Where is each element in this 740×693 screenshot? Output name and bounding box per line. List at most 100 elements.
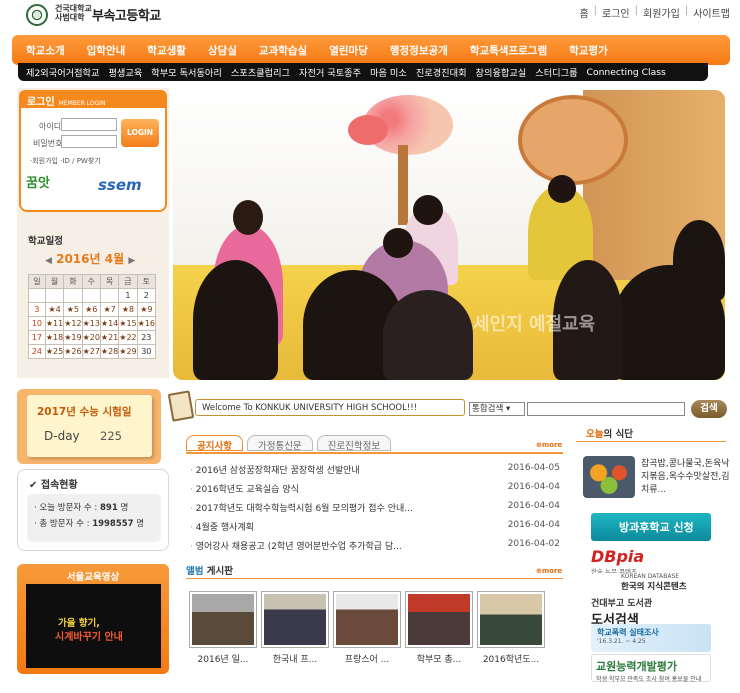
calendar-day-event[interactable]: ★21 xyxy=(99,330,120,345)
dream-banner[interactable]: 꿈앗 xyxy=(26,172,50,191)
subnav-item[interactable]: 진로경진대회 xyxy=(416,65,467,79)
subnav-item[interactable]: 마음 미소 xyxy=(370,65,407,79)
notice-row[interactable]: 2016년 삼성꿈장학재단 꿈장학생 선발안내 2016-04-05 xyxy=(190,463,560,476)
subnav-item[interactable]: Connecting Class xyxy=(587,67,666,78)
calendar-day[interactable]: 17 xyxy=(28,330,46,345)
calendar-day-event[interactable]: ★7 xyxy=(99,302,120,317)
nav-item-learning[interactable]: 교과학습실 xyxy=(259,43,307,58)
nav-item-school-intro[interactable]: 학교소개 xyxy=(26,43,65,58)
calendar-day[interactable]: 24 xyxy=(28,344,46,359)
notice-title[interactable]: 4월중 행사계획 xyxy=(190,520,254,533)
teacher-eval-banner[interactable]: 교원능력개발평가 학생·학부모 만족도 조사 참여 홍보물 안내 xyxy=(591,654,711,683)
login-sub-links[interactable]: ·회원가입 ·ID / PW찾기 xyxy=(30,156,101,166)
gallery-caption[interactable]: 2016학년도... xyxy=(475,652,547,665)
subnav-item[interactable]: 자전거 국토종주 xyxy=(299,65,361,79)
notice-row[interactable]: 2016학년도 교육실습 양식 2016-04-04 xyxy=(190,482,560,495)
nav-item-school-life[interactable]: 학교생활 xyxy=(147,43,186,58)
notice-title[interactable]: 영어강사 채용공고 (2학년 영어분반수업 추가학급 담... xyxy=(190,539,402,552)
signup-link[interactable]: 회원가입 xyxy=(643,5,680,20)
next-month-icon[interactable]: ▶ xyxy=(128,256,135,266)
id-input[interactable] xyxy=(61,118,117,131)
logo-school-name[interactable]: 부속고등학교 xyxy=(92,5,161,24)
gallery-caption[interactable]: 한국내 프... xyxy=(259,652,331,665)
calendar-day-event[interactable]: ★14 xyxy=(99,316,120,331)
nav-item-counseling[interactable]: 상담실 xyxy=(208,43,237,58)
notice-row[interactable]: 영어강사 채용공고 (2학년 영어분반수업 추가학급 담... 2016-04-… xyxy=(190,539,560,552)
gallery-caption[interactable]: 프랑스어 ... xyxy=(331,652,403,665)
meal-photo[interactable] xyxy=(583,456,635,498)
calendar-day-event[interactable]: ★9 xyxy=(136,302,157,317)
notice-more-link[interactable]: ⊕more xyxy=(536,441,562,449)
calendar-day-event[interactable]: ★13 xyxy=(81,316,101,331)
dbpia-banner[interactable]: DBpia 학술 논문 콘텐츠 xyxy=(591,547,711,576)
notice-title[interactable]: 2017학년도 대학수학능력시험 6월 모의평가 접수 안내... xyxy=(190,501,413,514)
afterschool-banner[interactable]: 방과후학교 신청 xyxy=(591,513,711,541)
login-button[interactable]: LOGIN xyxy=(121,119,159,147)
calendar-day-event[interactable]: ★18 xyxy=(44,330,65,345)
calendar-day[interactable]: 23 xyxy=(136,330,157,345)
login-link[interactable]: 로그인 xyxy=(602,5,630,20)
gallery-caption[interactable]: 학부모 총... xyxy=(403,652,475,665)
password-input[interactable] xyxy=(61,135,117,148)
search-scope-select[interactable]: 통합검색 ▾ xyxy=(469,402,525,416)
gallery-thumb[interactable] xyxy=(477,591,545,648)
calendar-day[interactable]: 2 xyxy=(136,288,157,303)
notice-title[interactable]: 2016년 삼성꿈장학재단 꿈장학생 선발안내 xyxy=(190,463,360,476)
subnav-item[interactable]: 제2외국어거점학교 xyxy=(26,65,99,79)
school-violence-survey-banner[interactable]: 학교폭력 실태조사 '16.3.21. ~ 4.25 xyxy=(591,624,711,652)
search-input[interactable] xyxy=(527,402,685,416)
notice-row[interactable]: 2017학년도 대학수학능력시험 6월 모의평가 접수 안내... 2016-0… xyxy=(190,501,560,514)
calendar-day-event[interactable]: ★29 xyxy=(118,344,138,359)
notice-row[interactable]: 4월중 행사계획 2016-04-04 xyxy=(190,520,560,533)
calendar-day-event[interactable]: ★16 xyxy=(136,316,157,331)
gallery-thumb[interactable] xyxy=(261,591,329,648)
tab-notice[interactable]: 공지사항 xyxy=(186,435,243,452)
gallery-caption[interactable]: 2016년 일... xyxy=(187,652,259,665)
subnav-item[interactable]: 스터디그룹 xyxy=(535,65,577,79)
nav-item-admin-info[interactable]: 행정정보공개 xyxy=(390,43,448,58)
calendar-day[interactable]: 30 xyxy=(136,344,157,359)
calendar-day[interactable]: 10 xyxy=(28,316,46,331)
calendar-day-event[interactable]: ★22 xyxy=(118,330,138,345)
subnav-item[interactable]: 학부모 독서동아리 xyxy=(151,65,222,79)
prev-month-icon[interactable]: ◀ xyxy=(45,256,52,266)
calendar-day-event[interactable]: ★28 xyxy=(99,344,120,359)
tab-newsletter[interactable]: 가정통신문 xyxy=(246,435,313,452)
subnav-item[interactable]: 스포츠클럽리그 xyxy=(231,65,290,79)
calendar-day-event[interactable]: ★25 xyxy=(44,344,65,359)
meal-menu[interactable]: 잡곡밥,콩나물국,돈육낙지볶음,옥수수맛살전,김치류... xyxy=(641,458,731,497)
gallery-more-link[interactable]: ⊕more xyxy=(536,567,562,575)
calendar-day-event[interactable]: ★8 xyxy=(118,302,138,317)
calendar-day[interactable]: 1 xyxy=(118,288,138,303)
logo-university-text[interactable]: 건국대학교 사범대학 xyxy=(55,4,92,22)
gallery-thumb[interactable] xyxy=(333,591,401,648)
tab-career-info[interactable]: 진로진학정보 xyxy=(316,435,392,452)
calendar-day[interactable]: 3 xyxy=(28,302,46,317)
subnav-item[interactable]: 평생교육 xyxy=(108,65,142,79)
sitemap-link[interactable]: 사이트맵 xyxy=(693,5,730,20)
calendar-day-event[interactable]: ★19 xyxy=(63,330,83,345)
calendar-day-event[interactable]: ★6 xyxy=(81,302,101,317)
calendar-day-event[interactable]: ★26 xyxy=(63,344,83,359)
search-button[interactable]: 검색 xyxy=(691,400,727,418)
school-seal-logo[interactable] xyxy=(26,4,48,26)
subnav-item[interactable]: 창의융합교실 xyxy=(476,65,527,79)
gallery-thumb[interactable] xyxy=(189,591,257,648)
calendar-day-event[interactable]: ★20 xyxy=(81,330,101,345)
calendar-day-event[interactable]: ★5 xyxy=(63,302,83,317)
nav-item-school-evaluation[interactable]: 학교평가 xyxy=(569,43,608,58)
calendar-day xyxy=(44,288,65,303)
calendar-day-event[interactable]: ★11 xyxy=(44,316,65,331)
calendar-day-event[interactable]: ★27 xyxy=(81,344,101,359)
library-search-banner[interactable]: 건대부고 도서관 도서검색 xyxy=(591,596,711,628)
calendar-day-event[interactable]: ★15 xyxy=(118,316,138,331)
nav-item-admission[interactable]: 입학안내 xyxy=(87,43,126,58)
home-link[interactable]: 홈 xyxy=(579,5,588,20)
gallery-thumb[interactable] xyxy=(405,591,473,648)
notice-title[interactable]: 2016학년도 교육실습 양식 xyxy=(190,482,299,495)
calendar-day-event[interactable]: ★12 xyxy=(63,316,83,331)
nav-item-open-forum[interactable]: 열린마당 xyxy=(329,43,368,58)
nav-item-special-program[interactable]: 학교특색프로그램 xyxy=(470,43,547,58)
ssem-banner[interactable]: ssem xyxy=(98,176,142,194)
calendar-day-event[interactable]: ★4 xyxy=(44,302,65,317)
